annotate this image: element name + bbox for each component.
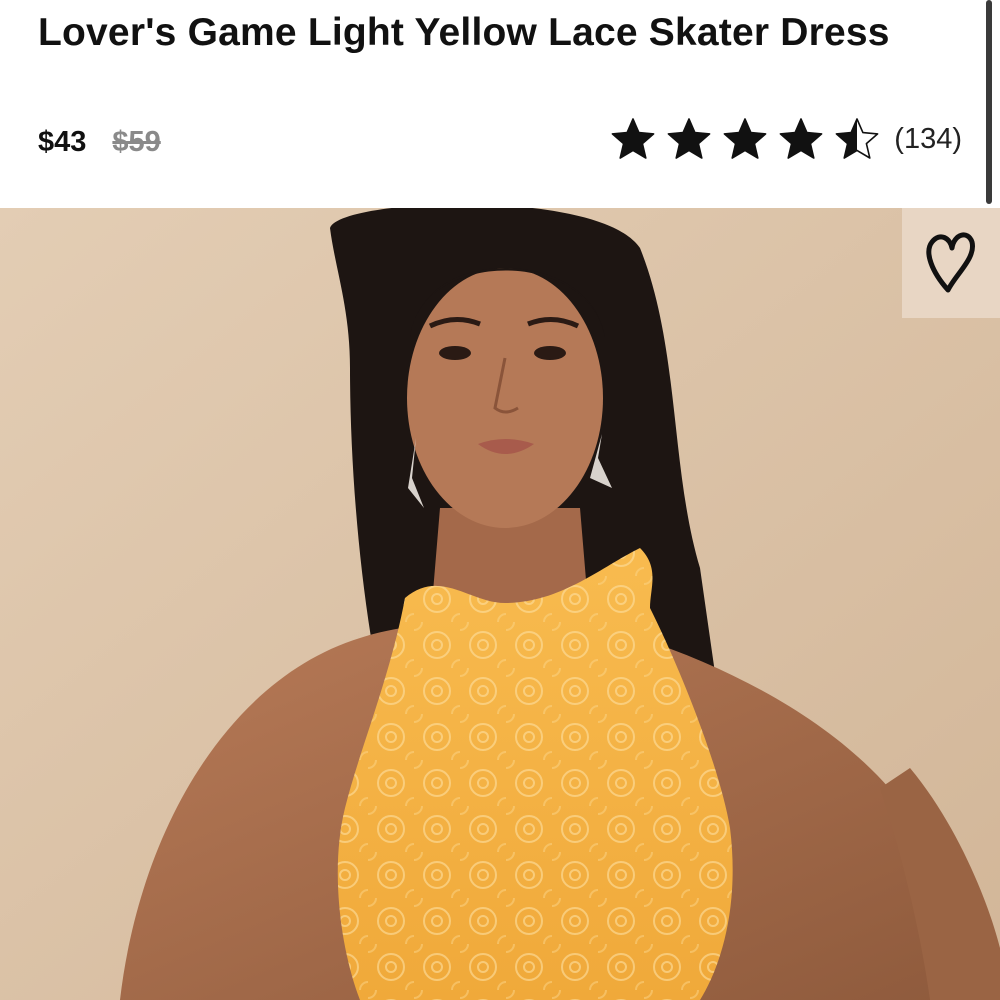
product-title: Lover's Game Light Yellow Lace Skater Dr… — [38, 11, 890, 54]
price-row: $43 $59 — [38, 120, 161, 164]
product-header: Lover's Game Light Yellow Lace Skater Dr… — [0, 0, 1000, 208]
star-filled-icon — [667, 118, 711, 159]
star-half-icon — [835, 118, 879, 159]
favorite-button[interactable] — [902, 208, 1000, 318]
star-filled-icon — [779, 118, 823, 159]
star-rating — [610, 116, 880, 162]
star-filled-icon — [723, 118, 767, 159]
review-count[interactable]: (134) — [894, 123, 962, 156]
star-filled-icon — [611, 118, 655, 159]
sale-price: $43 — [38, 125, 87, 158]
scrollbar[interactable] — [986, 0, 992, 204]
rating[interactable]: (134) — [610, 116, 962, 162]
heart-outline-icon — [926, 232, 975, 293]
original-price: $59 — [112, 125, 161, 158]
product-image[interactable] — [0, 208, 1000, 1000]
